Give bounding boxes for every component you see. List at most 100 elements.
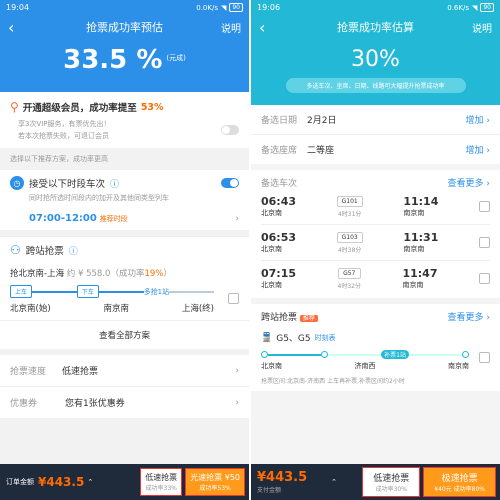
train-number: G101 <box>336 195 363 207</box>
order-price: ¥443.5 <box>38 475 85 489</box>
dep-station: 北京南 <box>261 281 282 289</box>
multi-station: 多抢1站 <box>143 287 170 296</box>
light-speed-button[interactable]: 光速抢票 ¥50 成功率53% <box>185 468 245 496</box>
station-start: 北京南(始) <box>10 304 51 314</box>
date-value: 2月2日 <box>307 116 337 126</box>
vip-title: 开通超级会员，成功率提至 <box>22 103 137 114</box>
cross-route: 抢北京南-上海 <box>10 269 65 279</box>
low-speed-button[interactable]: 低速抢票 成功率33% <box>140 468 183 496</box>
low-speed-button[interactable]: 低速抢票 成功率30% <box>362 467 421 497</box>
recommend-badge: 推荐 <box>299 315 318 322</box>
help-link[interactable]: 说明 <box>221 20 241 35</box>
coupon-value: 您有1张优惠券 <box>65 399 125 409</box>
board-tag: 上车 <box>10 285 33 298</box>
cross-card: ⚇ 跨站抢票 ⓘ 抢北京南-上海 约 ¥ 558.0（成功率19%） 上车 下车… <box>0 236 249 320</box>
order-label: 订单金额 <box>6 478 34 486</box>
page-title: 抢票成功率估算 <box>337 21 414 34</box>
station-mid: 济南西 <box>354 362 376 370</box>
left-screen: 19:04 0.0K/s ◥ 90 ‹ 抢票成功率预估 说明 33.5 % (元成) … <box>0 0 249 500</box>
cross-note: 抢票区间:北京南-济南西 上车再补票,补票区间约2小时 <box>261 378 405 385</box>
fast-speed-button[interactable]: 极速抢票 ¥40元 成功率80% <box>423 467 496 497</box>
info-icon[interactable]: ⓘ <box>69 244 78 257</box>
success-rate: 30% <box>351 47 400 72</box>
wifi-icon: ◥ <box>471 3 478 12</box>
add-seat-button[interactable]: 增加 › <box>466 143 490 156</box>
cross-checkbox[interactable] <box>228 293 239 304</box>
train-checkbox[interactable] <box>478 273 490 284</box>
station-end: 南京南 <box>448 362 469 370</box>
vip-icon: ⚲ <box>10 100 19 114</box>
info-icon[interactable]: ⓘ <box>110 177 119 190</box>
train-row: 06:53 北京南 G103 4时38分 11:31 南京南 <box>261 224 490 260</box>
station-mid: 南京南 <box>103 304 129 314</box>
status-time: 19:04 <box>6 3 30 12</box>
station-end: 上海(终) <box>181 304 214 314</box>
arr-time: 11:47 <box>402 267 438 280</box>
tip-pill: 多选车次、坐席、日期、线路可大幅提升抢票成功率 <box>285 78 466 93</box>
dep-station: 北京南 <box>261 209 282 217</box>
arr-time: 11:31 <box>403 231 439 244</box>
station-start: 北京南 <box>261 362 282 370</box>
clock-icon: ◷ <box>10 176 24 190</box>
help-link[interactable]: 说明 <box>472 20 492 35</box>
accept-card: ◷ 接受以下时段车次 ⓘ 同时抢所选时间段内的加开及其他同类型列车 07:00-… <box>0 170 249 230</box>
battery-icon: 90 <box>229 3 243 12</box>
trains-label: 备选车次 <box>261 179 298 189</box>
vip-line1: 享3次VIP服务，有票优先出！ <box>18 120 111 128</box>
status-bar: 19:04 0.0K/s ◥ 90 <box>0 0 249 15</box>
add-date-button[interactable]: 增加 › <box>466 113 490 126</box>
cross-checkbox[interactable] <box>479 352 490 363</box>
speed-row[interactable]: 抢票速度 低速抢票 › <box>0 355 249 386</box>
network-speed: 0.6K/s <box>447 3 469 12</box>
seat-row: 备选座席 二等座 增加 › <box>251 134 500 164</box>
chevron-right-icon: › <box>235 365 239 376</box>
right-header: 19:06 0.6K/s ◥ 90 ‹ 抢票成功率估算 说明 30% 多选车次、坐席… <box>251 0 500 105</box>
coupon-label: 优惠券 <box>10 399 38 409</box>
speed-label: 抢票速度 <box>10 367 47 377</box>
success-rate: 33.5 % (元成) <box>63 45 186 75</box>
section-title: 选择以下推荐方案，成功率更高 <box>10 155 108 163</box>
seat-value: 二等座 <box>307 146 335 156</box>
page-title: 抢票成功率预估 <box>86 21 163 34</box>
trains-more-link[interactable]: 查看更多 › <box>448 176 490 189</box>
view-all-button[interactable]: 查看全部方案 <box>0 320 249 349</box>
vip-card: ⚲ 开通超级会员，成功率提至 53% 享3次VIP服务，有票优先出！ 若本次抢票失… <box>0 92 249 148</box>
time-range: 07:00-12:00 <box>29 213 97 224</box>
coupon-row[interactable]: 优惠券 您有1张优惠券 › <box>0 386 249 418</box>
duration: 4时31分 <box>337 210 362 218</box>
speed-value: 低速抢票 <box>62 367 99 377</box>
seat-label: 备选座席 <box>261 146 298 156</box>
timetable-link[interactable]: 时刻表 <box>315 333 336 343</box>
cross-card: 跨站抢票 推荐 查看更多 › 🚆 G5、G5 时刻表 补票1站 北京南 济南西 … <box>251 304 500 391</box>
dep-time: 07:15 <box>261 267 297 280</box>
pay-price: ¥443.5 <box>257 470 308 485</box>
back-icon[interactable]: ‹ <box>8 18 28 37</box>
dep-time: 06:43 <box>261 195 297 208</box>
arr-time: 11:14 <box>403 195 439 208</box>
duration: 4时32分 <box>337 282 361 290</box>
vip-toggle[interactable] <box>221 125 239 135</box>
train-checkbox[interactable] <box>478 237 490 248</box>
dep-station: 北京南 <box>261 245 282 253</box>
chevron-up-icon[interactable]: ⌃ <box>331 478 337 486</box>
cross-title: 跨站抢票 <box>25 246 64 257</box>
train-checkbox[interactable] <box>478 201 490 212</box>
bottom-bar: 订单金额 ¥443.5 ⌃ 低速抢票 成功率33% 光速抢票 ¥50 成功率53% <box>0 464 249 500</box>
dep-time: 06:53 <box>261 231 297 244</box>
network-icon: ⚇ <box>10 243 21 257</box>
accept-toggle[interactable] <box>221 178 239 188</box>
train-number: G57 <box>337 267 361 279</box>
vip-pct: 53% <box>140 101 164 113</box>
cross-trains: G5、G5 <box>276 334 311 344</box>
right-screen: 19:06 0.6K/s ◥ 90 ‹ 抢票成功率估算 说明 30% 多选车次、坐席… <box>251 0 500 500</box>
network-speed: 0.0K/s <box>196 3 218 12</box>
chevron-right-icon: › <box>235 397 239 408</box>
accept-title: 接受以下时段车次 <box>29 179 106 190</box>
cross-more-link[interactable]: 查看更多 › <box>448 310 490 323</box>
cross-price: 约 ¥ 558.0 <box>66 269 111 279</box>
chevron-up-icon[interactable]: ⌃ <box>87 478 93 486</box>
time-range-row[interactable]: 07:00-12:00 推荐时段 › <box>10 213 239 224</box>
left-header: 19:04 0.0K/s ◥ 90 ‹ 抢票成功率预估 说明 33.5 % (元成) <box>0 0 249 92</box>
back-icon[interactable]: ‹ <box>259 18 279 37</box>
arr-station: 南京南 <box>402 281 424 289</box>
